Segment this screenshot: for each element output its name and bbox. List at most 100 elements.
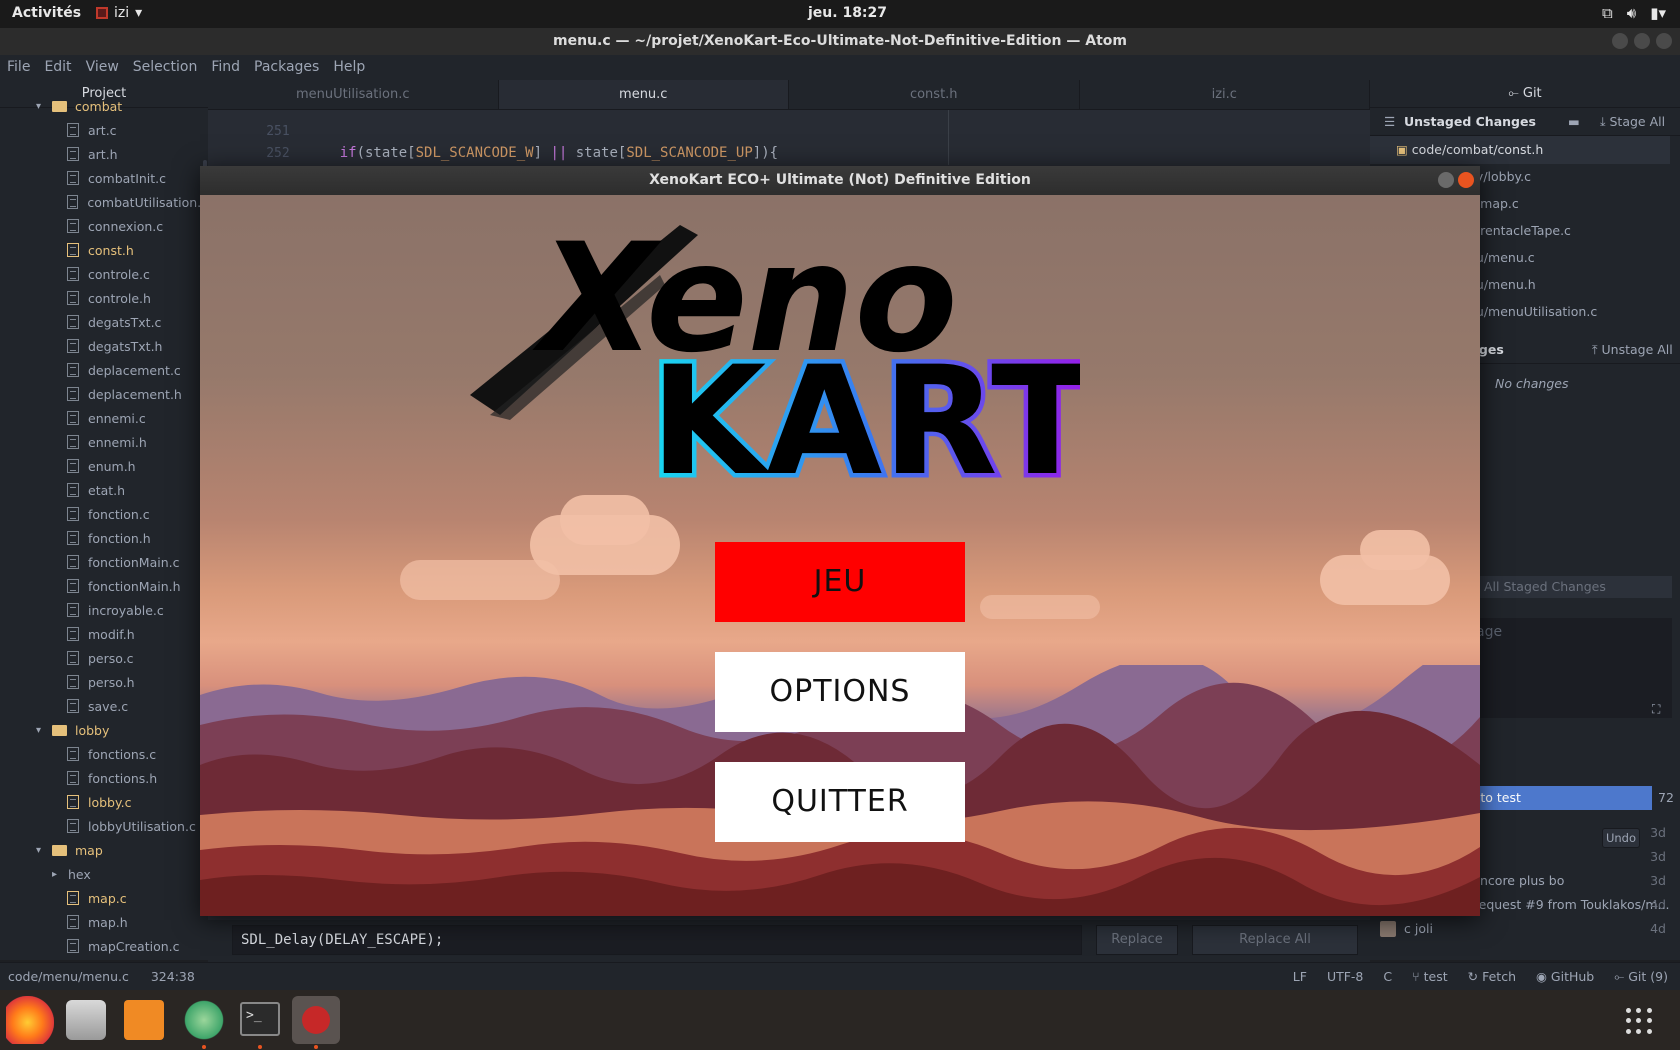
file-path[interactable]: code/menu/menu.c	[8, 963, 129, 990]
options-button[interactable]: OPTIONS	[715, 652, 965, 732]
quitter-button[interactable]: QUITTER	[715, 762, 965, 842]
tree-file-item[interactable]: mapCreation.c	[0, 934, 208, 958]
firefox-icon[interactable]	[6, 996, 54, 1044]
network-icon[interactable]: ⧉	[1602, 4, 1613, 22]
tree-file-item[interactable]: const.h	[0, 238, 208, 262]
tree-folder-item[interactable]: ▾ lobby	[0, 718, 208, 742]
commit-message-input[interactable]: age	[1470, 618, 1672, 718]
fetch-button[interactable]: ↻ Fetch	[1468, 963, 1516, 990]
chevron-down-icon[interactable]: ▾	[36, 725, 46, 736]
tree-file-item[interactable]: modif.h	[0, 622, 208, 646]
commit-log-row[interactable]: c joli 4d	[1370, 916, 1680, 942]
tree-file-item[interactable]: deplacement.h	[0, 382, 208, 406]
tree-file-item[interactable]: art.h	[0, 142, 208, 166]
menu-help[interactable]: Help	[333, 55, 365, 80]
tree-file-item[interactable]: controle.c	[0, 262, 208, 286]
tree-file-item[interactable]: incroyable.c	[0, 598, 208, 622]
replace-all-button[interactable]: Replace All	[1192, 925, 1358, 955]
jeu-button[interactable]: JEU	[715, 542, 965, 622]
see-all-staged-button[interactable]: All Staged Changes	[1480, 576, 1672, 598]
volume-icon[interactable]: 🔊︎	[1627, 4, 1636, 22]
menu-packages[interactable]: Packages	[254, 55, 319, 80]
tree-file-item[interactable]: ennemi.h	[0, 430, 208, 454]
tree-file-item[interactable]: controle.h	[0, 286, 208, 310]
tree-file-item[interactable]: enum.h	[0, 454, 208, 478]
tree-folder-item[interactable]: ▾ map	[0, 838, 208, 862]
menu-find[interactable]: Find	[211, 55, 240, 80]
tree-file-item[interactable]: ennemi.c	[0, 406, 208, 430]
encoding[interactable]: UTF-8	[1327, 963, 1363, 990]
menu-view[interactable]: View	[86, 55, 119, 80]
tree-folder-item[interactable]: ▾ combat	[0, 94, 208, 118]
software-center-icon[interactable]	[124, 1000, 164, 1040]
tree-file-item[interactable]: map.c	[0, 886, 208, 910]
clock[interactable]: jeu. 18:27	[808, 5, 887, 21]
game-minimize-button[interactable]	[1438, 172, 1454, 188]
tab-izi-c[interactable]: izi.c	[1080, 80, 1370, 109]
tree-item-label: degatsTxt.h	[88, 338, 163, 354]
cursor-position[interactable]: 324:38	[151, 963, 195, 990]
chevron-down-icon[interactable]: ▾	[36, 845, 46, 856]
tree-file-item[interactable]: degatsTxt.c	[0, 310, 208, 334]
code-line[interactable]: 251	[208, 98, 340, 139]
line-ending[interactable]: LF	[1293, 963, 1307, 990]
tab-const-h[interactable]: const.h	[789, 80, 1080, 109]
app-grid-icon[interactable]	[1626, 1008, 1652, 1034]
tree-file-item[interactable]: deplacement.c	[0, 358, 208, 382]
tree-file-item[interactable]: art.c	[0, 118, 208, 142]
collapse-icon[interactable]: ▬	[1568, 108, 1580, 136]
tree-file-item[interactable]: save.c	[0, 694, 208, 718]
tree-file-item[interactable]: combatInit.c	[0, 166, 208, 190]
tree-file-item[interactable]: perso.h	[0, 670, 208, 694]
game-window-dock-item[interactable]	[292, 996, 340, 1044]
tree-file-item[interactable]: etat.h	[0, 478, 208, 502]
replace-input[interactable]: SDL_Delay(DELAY_ESCAPE);	[232, 925, 1082, 955]
tab-menu-c[interactable]: menu.c	[498, 80, 789, 109]
minimize-button[interactable]	[1612, 33, 1628, 49]
replace-button[interactable]: Replace	[1096, 925, 1178, 955]
fetch-label: Fetch	[1482, 969, 1517, 984]
tree-file-item[interactable]: lobby.c	[0, 790, 208, 814]
system-tray[interactable]: ⧉ 🔊︎ ▮▾	[1602, 4, 1666, 22]
tree-file-item[interactable]: perso.c	[0, 646, 208, 670]
expand-icon[interactable]: ⛶	[1652, 702, 1660, 717]
activities-button[interactable]: Activités	[12, 5, 81, 21]
tree-folder-item[interactable]: ▸ hex	[0, 862, 208, 886]
code-line[interactable]: 253nbChoix--;	[208, 142, 440, 183]
game-canvas[interactable]: Xeno KART JEU OPTIONS QUITTER	[200, 195, 1480, 916]
unstage-all-button[interactable]: ⤒ Unstage All	[1592, 336, 1673, 364]
tree-file-item[interactable]: fonction.c	[0, 502, 208, 526]
tree-file-item[interactable]: degatsTxt.h	[0, 334, 208, 358]
files-icon[interactable]	[66, 1000, 106, 1040]
battery-icon[interactable]: ▮▾	[1650, 4, 1666, 22]
game-close-button[interactable]	[1458, 172, 1474, 188]
chevron-down-icon[interactable]: ▾	[36, 101, 46, 112]
git-tab[interactable]: ⟜ Git	[1370, 80, 1680, 108]
tree-file-item[interactable]: combatUtilisation.c	[0, 190, 208, 214]
menu-selection[interactable]: Selection	[133, 55, 198, 80]
cloud	[1360, 530, 1430, 570]
tree-file-item[interactable]: fonctions.c	[0, 742, 208, 766]
grammar[interactable]: C	[1383, 963, 1392, 990]
unstaged-file-item[interactable]: ▣ code/combat/const.h	[1370, 136, 1670, 164]
menu-file[interactable]: File	[7, 55, 30, 80]
tree-file-item[interactable]: connexion.c	[0, 214, 208, 238]
tree-file-item[interactable]: fonction.h	[0, 526, 208, 550]
maximize-button[interactable]	[1634, 33, 1650, 49]
atom-icon[interactable]	[180, 996, 228, 1044]
terminal-icon[interactable]: >_	[240, 1002, 280, 1036]
menu-edit[interactable]: Edit	[44, 55, 71, 80]
code-line[interactable]: 252 if(state[SDL_SCANCODE_W] || state[SDL…	[208, 120, 778, 161]
github-button[interactable]: ◉ GitHub	[1536, 963, 1594, 990]
chevron-right-icon[interactable]: ▸	[52, 869, 62, 880]
git-status-button[interactable]: ⟜ Git (9)	[1614, 963, 1668, 990]
tree-file-item[interactable]: fonctionMain.h	[0, 574, 208, 598]
tree-file-item[interactable]: map.h	[0, 910, 208, 934]
branch-button[interactable]: ⑂ test	[1412, 963, 1448, 990]
close-button[interactable]	[1656, 33, 1672, 49]
stage-all-button[interactable]: ⤓ Stage All	[1600, 108, 1665, 136]
tree-file-item[interactable]: lobbyUtilisation.c	[0, 814, 208, 838]
app-menu[interactable]: izi ▾	[96, 5, 142, 21]
tree-file-item[interactable]: fonctionMain.c	[0, 550, 208, 574]
tree-file-item[interactable]: fonctions.h	[0, 766, 208, 790]
